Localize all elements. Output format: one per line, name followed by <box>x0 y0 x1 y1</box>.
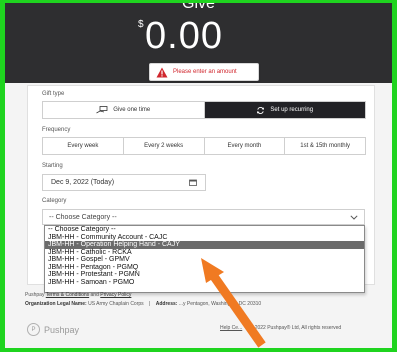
orange-arrow-annotation <box>201 258 266 348</box>
